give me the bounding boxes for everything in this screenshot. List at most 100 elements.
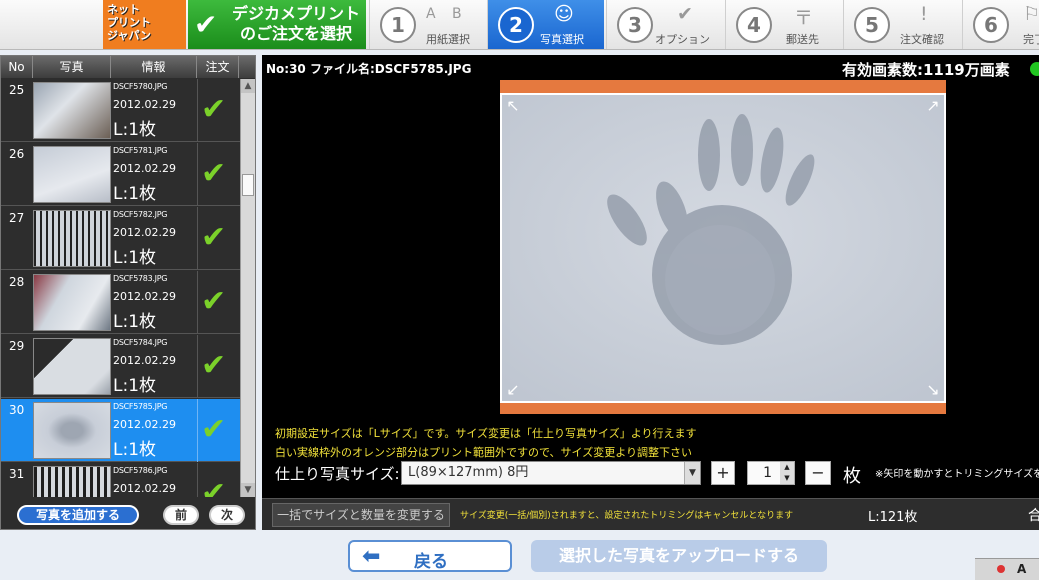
ime-indicator[interactable]: A: [1017, 562, 1026, 576]
flag-icon: ⚐: [1023, 3, 1039, 25]
step-number: 4: [736, 7, 772, 43]
quantity-stepper[interactable]: 1 ▲ ▼: [747, 461, 795, 485]
list-item[interactable]: 28 DSCF5783.JPG 2012.02.29 L:1枚 ✔: [1, 271, 240, 334]
increase-button[interactable]: +: [711, 461, 735, 485]
next-button[interactable]: 次: [209, 505, 245, 525]
upload-button[interactable]: 選択した写真をアップロードする: [531, 540, 827, 572]
scroll-up-icon[interactable]: ▲: [241, 79, 255, 93]
order-check-icon[interactable]: ✔: [201, 159, 226, 189]
photo-thumbnail[interactable]: [33, 338, 111, 395]
back-button[interactable]: ⬅ 戻る: [348, 540, 512, 572]
step-number: 1: [380, 7, 416, 43]
prev-button[interactable]: 前: [163, 505, 199, 525]
trim-note: ※矢印を動かすとトリミングサイズを: [875, 469, 1039, 480]
item-filename: DSCF5781.JPG: [113, 146, 168, 155]
taskbar-tray: A: [975, 558, 1039, 580]
step-photo[interactable]: 2 ☺ 写真選択: [487, 0, 604, 49]
order-check-icon[interactable]: ✔: [201, 95, 226, 125]
trim-handle-icon[interactable]: ↘: [924, 381, 942, 399]
trim-area[interactable]: ↖ ↗ ↙ ↘: [500, 80, 946, 414]
back-label: 戻る: [414, 552, 448, 572]
preview-panel: No:30 ファイル名:DSCF5785.JPG 有効画素数:1119万画素 ↖…: [262, 55, 1039, 530]
step-confirm[interactable]: 5 ! 注文確認: [843, 0, 960, 49]
file-info: No:30 ファイル名:DSCF5785.JPG: [266, 62, 472, 76]
smiley-icon: ☺: [554, 3, 574, 25]
step-number: 3: [617, 7, 653, 43]
decrease-button[interactable]: −: [805, 461, 831, 485]
item-number: 29: [9, 339, 25, 353]
list-scrollbar[interactable]: ▲ ▼: [240, 79, 255, 497]
trim-handle-icon[interactable]: ↗: [924, 97, 942, 115]
list-item[interactable]: 31 DSCF5786.JPG 2012.02.29 ✔: [1, 463, 240, 497]
size-select[interactable]: L(89×127mm) 8円 ▼: [401, 461, 701, 485]
item-filename: DSCF5786.JPG: [113, 466, 168, 475]
item-date: 2012.02.29: [113, 290, 176, 303]
trim-hint: 白い実線枠外のオレンジ部分はプリント範囲外ですので、サイズ変更より調整下さい: [275, 446, 693, 459]
item-date: 2012.02.29: [113, 98, 176, 111]
list-item[interactable]: 29 DSCF5784.JPG 2012.02.29 L:1枚 ✔: [1, 335, 240, 398]
list-item[interactable]: 27 DSCF5782.JPG 2012.02.29 L:1枚 ✔: [1, 207, 240, 270]
item-number: 31: [9, 467, 25, 481]
photo-list-panel: No 写真 情報 注文 25 DSCF5780.JPG 2012.02.29 L…: [0, 55, 256, 530]
item-quantity: L:1枚: [113, 248, 157, 268]
item-quantity: L:1枚: [113, 376, 157, 396]
item-date: 2012.02.29: [113, 418, 176, 431]
item-filename: DSCF5784.JPG: [113, 338, 168, 347]
current-order-type: ✔ デジカメプリント のご注文を選択: [188, 0, 366, 49]
status-dot-icon: [1030, 62, 1039, 76]
item-number: 25: [9, 83, 25, 97]
step-number: 6: [973, 7, 1009, 43]
chevron-down-icon[interactable]: ▼: [684, 462, 700, 484]
photo-preview[interactable]: ↖ ↗ ↙ ↘: [500, 93, 946, 403]
list-actions: 写真を追加する 前 次: [1, 499, 255, 529]
photo-thumbnail[interactable]: [33, 274, 111, 331]
order-check-icon[interactable]: ✔: [201, 351, 226, 381]
step-label: 注文確認: [900, 33, 944, 46]
step-complete[interactable]: 6 ⚐ 完了: [962, 0, 1039, 49]
photo-thumbnail[interactable]: [33, 146, 111, 203]
step-option[interactable]: 3 ✔ オプション: [606, 0, 723, 49]
trim-handle-icon[interactable]: ↙: [504, 381, 522, 399]
item-number: 26: [9, 147, 25, 161]
step-label: 写真選択: [540, 33, 584, 46]
order-check-icon[interactable]: ✔: [201, 479, 226, 498]
bulk-bar: 一括でサイズと数量を変更する サイズ変更(一括/個別)されますと、設定されたトリ…: [262, 498, 1039, 530]
scroll-down-icon[interactable]: ▼: [241, 483, 255, 497]
order-check-icon[interactable]: ✔: [201, 223, 226, 253]
step-address[interactable]: 4 〒 郵送先: [725, 0, 841, 49]
bulk-note: サイズ変更(一括/個別)されますと、設定されたトリミングはキャンセルとなります: [460, 511, 794, 521]
photo-thumbnail[interactable]: [33, 402, 111, 459]
photo-thumbnail[interactable]: [33, 82, 111, 139]
spinner-icon[interactable]: ▲ ▼: [780, 462, 794, 484]
list-item[interactable]: 26 DSCF5781.JPG 2012.02.29 L:1枚 ✔: [1, 143, 240, 206]
ab-icon: A B: [426, 6, 468, 22]
brand-logo[interactable]: ネット プリント ジャパン: [103, 0, 186, 49]
scroll-thumb[interactable]: [242, 174, 254, 196]
step-label: 完了: [1023, 33, 1039, 46]
quantity-unit: 枚: [843, 466, 861, 487]
list-item-selected[interactable]: 30 DSCF5785.JPG 2012.02.29 L:1枚 ✔: [1, 399, 240, 462]
trim-handle-icon[interactable]: ↖: [504, 97, 522, 115]
logo-line-2: プリント: [107, 16, 151, 29]
photo-thumbnail[interactable]: [33, 466, 111, 497]
item-filename: DSCF5785.JPG: [113, 402, 168, 411]
tray-icon[interactable]: [997, 565, 1005, 573]
step-bar: ネット プリント ジャパン ✔ デジカメプリント のご注文を選択 1 A B 用…: [0, 0, 1039, 50]
check-icon: ✔: [677, 3, 693, 25]
order-check-icon[interactable]: ✔: [201, 415, 226, 445]
header-info: 情報: [111, 56, 197, 78]
total-count: L:121枚: [868, 510, 918, 525]
quantity-value: 1: [763, 465, 772, 481]
item-number: 28: [9, 275, 25, 289]
bulk-change-button[interactable]: 一括でサイズと数量を変更する: [272, 503, 450, 527]
logo-line-3: ジャパン: [107, 29, 151, 42]
list-item[interactable]: 25 DSCF5780.JPG 2012.02.29 L:1枚 ✔: [1, 79, 240, 142]
checkmark-icon: ✔: [194, 8, 218, 41]
add-photo-button[interactable]: 写真を追加する: [17, 505, 139, 525]
step-paper[interactable]: 1 A B 用紙選択: [369, 0, 485, 49]
item-filename: DSCF5783.JPG: [113, 274, 168, 283]
photo-thumbnail[interactable]: [33, 210, 111, 267]
postal-icon: 〒: [794, 7, 814, 29]
item-quantity: L:1枚: [113, 312, 157, 332]
order-check-icon[interactable]: ✔: [201, 287, 226, 317]
